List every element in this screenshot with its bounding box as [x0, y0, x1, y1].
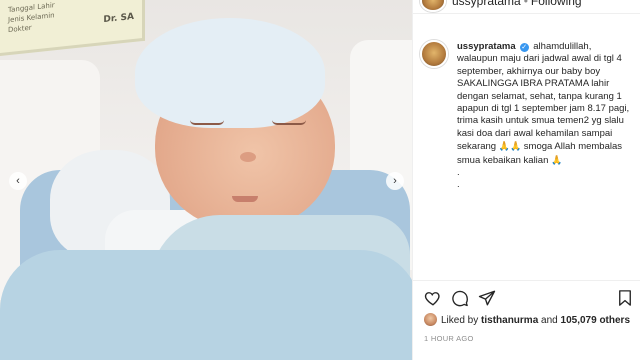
- baby-mouth: [232, 196, 258, 202]
- caption-username[interactable]: ussypratama: [457, 41, 516, 52]
- caption-dot: .: [457, 179, 460, 191]
- post-timestamp[interactable]: 1 HOUR AGO: [424, 334, 474, 343]
- caption-avatar[interactable]: [420, 40, 448, 68]
- baby-eye-left: [190, 120, 224, 125]
- likes-prefix: Liked by: [441, 315, 479, 326]
- baby-eye-right: [272, 120, 306, 125]
- baby-hat: [135, 18, 325, 128]
- likes-count-link[interactable]: 105,079 others: [561, 315, 631, 326]
- header-user-row: ussypratama • Following: [452, 0, 582, 8]
- verified-badge-icon: ✓: [519, 43, 529, 52]
- baby-nose: [240, 152, 256, 162]
- chevron-left-icon: ‹: [16, 174, 20, 187]
- header-username[interactable]: ussypratama: [452, 0, 521, 8]
- heart-icon[interactable]: [424, 289, 442, 307]
- name-card-doctor: Dr. SA: [103, 11, 134, 26]
- post-caption: ussypratama ✓ alhamdulillah, walaupun maj…: [457, 41, 632, 192]
- chevron-right-icon: ›: [393, 174, 397, 187]
- pray-emoji: 🙏🙏: [498, 141, 522, 152]
- liker-username[interactable]: tisthanurma: [481, 315, 538, 326]
- post-actions: [424, 289, 634, 307]
- caption-dot: .: [457, 167, 460, 179]
- caption-text: alhamdulillah, walaupun maju dari jadwal…: [457, 41, 630, 153]
- liker-avatar[interactable]: [424, 313, 437, 326]
- header-separator: •: [523, 0, 528, 8]
- previous-image-button[interactable]: ‹: [9, 172, 27, 190]
- likes-and: and: [541, 315, 558, 326]
- post-photo[interactable]: Tanggal Lahir Jenis Kelamin Dokter Dr. S…: [0, 0, 412, 360]
- following-button[interactable]: Following: [531, 0, 582, 8]
- next-image-button[interactable]: ›: [386, 172, 404, 190]
- bookmark-icon[interactable]: [616, 289, 634, 307]
- comment-icon[interactable]: [451, 289, 469, 307]
- pray-emoji: 🙏: [551, 154, 563, 165]
- share-icon[interactable]: [478, 289, 496, 307]
- blanket-front: [0, 250, 412, 360]
- actions-divider: [412, 280, 640, 281]
- likes-summary: Liked by tisthanurma and 105,079 others: [424, 313, 630, 326]
- name-card: Tanggal Lahir Jenis Kelamin Dokter Dr. S…: [0, 0, 145, 56]
